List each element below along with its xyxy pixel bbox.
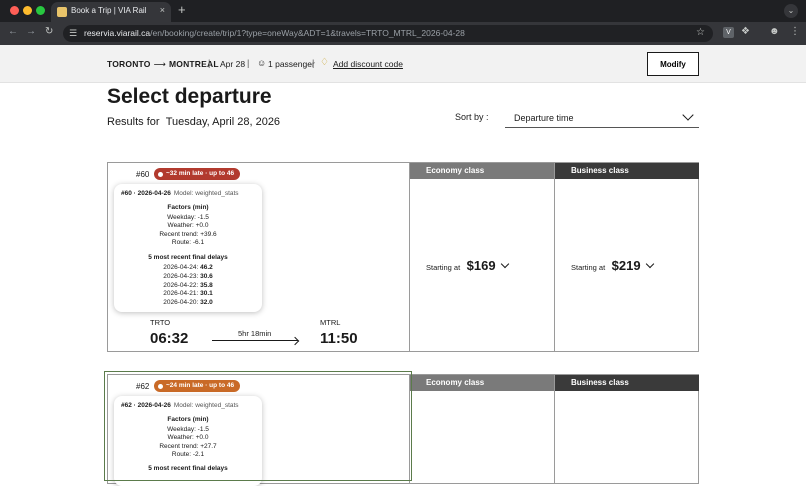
recent-delay-value: 30.6 <box>200 273 213 280</box>
trip-summary-bar: TORONTO ⟶ MONTREAL | Apr 28 | ☺ 1 passenge… <box>0 45 806 83</box>
business-class-header: Business class <box>555 163 699 179</box>
travel-date: Apr 28 <box>220 59 246 69</box>
recent-delay-value: 35.8 <box>200 282 213 289</box>
factor-line: Route: -6.1 <box>171 239 205 246</box>
departure-time: 06:32 <box>150 330 189 347</box>
delay-badge[interactable]: ~32 min late · up to 46 <box>154 168 241 180</box>
sort-selected-value: Departure time <box>514 113 574 123</box>
arrow-right-icon: ⟶ <box>153 59 166 69</box>
recent-delay-value: 32.0 <box>200 299 213 306</box>
results-for: Results for Tuesday, April 28, 2026 <box>107 116 280 128</box>
economy-fare-cell[interactable]: Economy class <box>409 375 554 483</box>
recent-delay-row: 2026-04-20: 32.0 <box>114 299 262 306</box>
recent-delay-date: 2026-04-20: <box>163 299 199 306</box>
bookmark-star-icon[interactable]: ☆ <box>696 27 705 38</box>
recent-delay-date: 2026-04-21: <box>163 290 199 297</box>
economy-price[interactable]: Starting at $169 <box>426 257 509 275</box>
departure-station-code: TRTO <box>150 318 171 327</box>
recent-delay-row: 2026-04-24: 46.2 <box>114 264 262 271</box>
profile-avatar-icon[interactable]: ☻ <box>769 26 780 37</box>
add-discount-code-link[interactable]: Add discount code <box>333 59 403 69</box>
price-amount: $169 <box>466 258 496 273</box>
browser-menu-icon[interactable]: ⋮ <box>790 26 800 37</box>
factor-line: Weather: +0.0 <box>167 222 209 229</box>
recent-delay-row: 2026-04-23: 30.6 <box>114 273 262 280</box>
economy-class-header: Economy class <box>410 375 554 391</box>
modify-button[interactable]: Modify <box>647 52 699 76</box>
sort-dropdown[interactable]: Departure time <box>505 106 699 128</box>
economy-fare-cell[interactable]: Economy class Starting at $169 <box>409 163 554 351</box>
delay-prediction-popover: #60 · 2026-04-26 Model: weighted_stats Fa… <box>114 184 262 312</box>
new-tab-icon[interactable]: + <box>178 2 186 17</box>
divider: | <box>247 58 250 68</box>
url-path: /en/booking/create/trip/1?type=oneWay&AD… <box>150 28 465 38</box>
dot-icon <box>158 171 163 177</box>
recent-delay-row: 2026-04-21: 30.1 <box>114 290 262 297</box>
close-window-icon[interactable] <box>10 6 19 15</box>
business-fare-cell[interactable]: Business class <box>554 375 699 483</box>
recent-delay-date: 2026-04-24: <box>163 264 199 271</box>
recent-delay-date: 2026-04-23: <box>163 273 199 280</box>
popover-header: #60 · 2026-04-26 Model: weighted_stats <box>121 190 239 197</box>
chevron-down-icon <box>500 259 509 269</box>
page-title: Select departure <box>107 85 272 108</box>
arrival-time: 11:50 <box>320 330 358 347</box>
recent-delays-title: 5 most recent final delays <box>148 254 228 261</box>
destination-station: MONTREAL <box>168 59 219 69</box>
forward-icon[interactable]: → <box>26 26 36 37</box>
chevron-down-icon <box>645 259 654 269</box>
maximize-window-icon[interactable] <box>36 6 45 15</box>
address-bar[interactable]: ☰ reservia.viarail.ca/en/booking/create/… <box>63 25 713 42</box>
divider: | <box>312 58 315 68</box>
extension-v-icon[interactable]: V <box>723 27 734 38</box>
recent-delay-row: 2026-04-22: 35.8 <box>114 282 262 289</box>
sort-label: Sort by : <box>455 112 489 122</box>
minimize-window-icon[interactable] <box>23 6 32 15</box>
arrival-station-code: MTRL <box>320 318 341 327</box>
tab-close-icon[interactable]: × <box>160 5 165 15</box>
business-class-header: Business class <box>555 375 699 391</box>
economy-class-header: Economy class <box>410 163 554 179</box>
site-info-icon[interactable]: ☰ <box>69 28 77 39</box>
factor-line: Recent trend: +39.6 <box>159 231 217 238</box>
duration-arrow-icon <box>212 340 298 341</box>
starting-at-label: Starting at <box>571 263 606 272</box>
results-prefix: Results for <box>107 116 160 128</box>
popover-model: Model: weighted_stats <box>173 190 239 197</box>
business-price[interactable]: Starting at $219 <box>571 257 654 275</box>
recent-delay-value: 30.1 <box>200 290 213 297</box>
price-amount: $219 <box>611 258 641 273</box>
selected-trip-outline <box>104 371 412 481</box>
business-fare-cell[interactable]: Business class Starting at $219 <box>554 163 699 351</box>
recent-delay-date: 2026-04-22: <box>163 282 199 289</box>
url-text: reservia.viarail.ca/en/booking/create/tr… <box>84 28 465 38</box>
browser-tab[interactable]: Book a Trip | VIA Rail × <box>51 2 171 22</box>
via-rail-favicon-icon <box>57 7 67 17</box>
back-icon[interactable]: ← <box>8 26 18 37</box>
recent-delay-value: 46.2 <box>200 264 213 271</box>
route: TORONTO ⟶ MONTREAL <box>107 59 219 70</box>
delay-badge-text: ~32 min late · up to 46 <box>166 170 235 177</box>
url-host: reservia.viarail.ca <box>84 28 151 38</box>
starting-at-label: Starting at <box>426 263 461 272</box>
origin-station: TORONTO <box>107 59 151 69</box>
tab-search-icon[interactable]: ⌄ <box>784 4 798 18</box>
passenger-count: 1 passenger <box>268 59 315 69</box>
chevron-down-icon <box>682 109 694 121</box>
train-number: #60 <box>136 170 150 179</box>
factors-title: Factors (min) <box>167 204 209 211</box>
reload-icon[interactable]: ↻ <box>45 26 53 37</box>
popover-train-date: #60 · 2026-04-26 <box>121 190 171 197</box>
factor-line: Weekday: -1.5 <box>167 214 209 221</box>
browser-tab-strip: Book a Trip | VIA Rail × + ⌄ <box>0 0 806 22</box>
person-icon: ☺ <box>257 58 267 68</box>
divider: | <box>208 58 211 68</box>
results-date: Tuesday, April 28, 2026 <box>165 116 281 128</box>
trip-duration: 5hr 18min <box>238 329 272 338</box>
browser-toolbar: ← → ↻ ☰ reservia.viarail.ca/en/booking/c… <box>0 22 806 45</box>
tab-title: Book a Trip | VIA Rail <box>71 6 147 15</box>
extensions-puzzle-icon[interactable]: ❖ <box>741 26 750 37</box>
trip-card: #60 ~32 min late · up to 46 #60 · 2026-0… <box>107 162 699 352</box>
tag-icon: ♢ <box>320 57 329 68</box>
